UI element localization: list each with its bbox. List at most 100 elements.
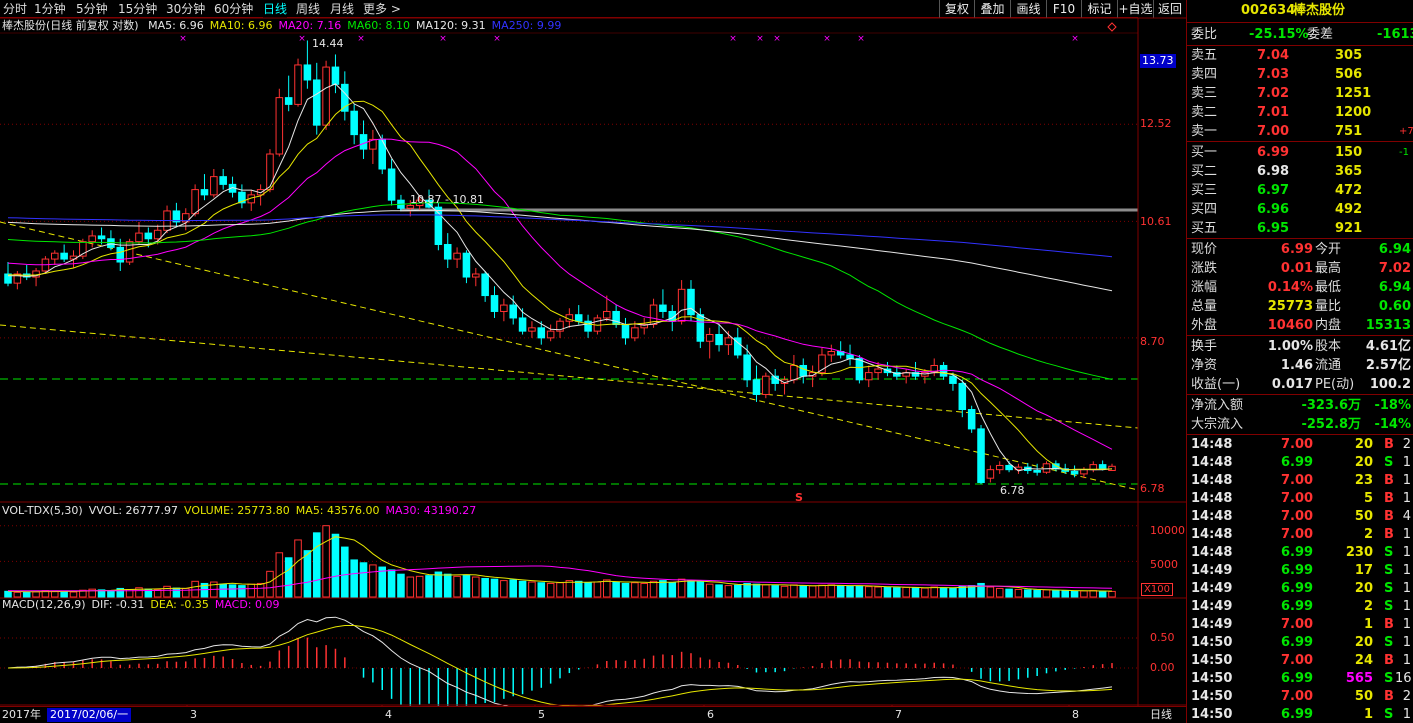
- candle[interactable]: [472, 267, 480, 287]
- candle[interactable]: [528, 321, 536, 338]
- trade-tick-row: 14:50 7.00 24 B 1: [1191, 653, 1411, 668]
- volume-bar: [565, 580, 574, 598]
- ma-label: MA120: 9.31: [415, 19, 486, 32]
- volume-bar: [1014, 589, 1023, 598]
- candle[interactable]: [743, 344, 751, 388]
- candle[interactable]: [79, 238, 87, 260]
- volume-bar: [322, 525, 330, 598]
- candle[interactable]: [500, 298, 508, 322]
- candle[interactable]: [369, 129, 377, 164]
- candle[interactable]: [247, 189, 256, 211]
- candle[interactable]: [799, 358, 808, 384]
- event-marker[interactable]: ×: [357, 34, 365, 44]
- macd-header: MACD(12,26,9) DIF: -0.31 DEA: -0.35 MACD: 0…: [2, 598, 286, 612]
- candle[interactable]: [453, 247, 461, 268]
- candle[interactable]: [995, 461, 1004, 474]
- candle[interactable]: [771, 369, 779, 391]
- sub-axis-label: 0.50: [1150, 631, 1175, 644]
- event-marker[interactable]: ×: [439, 34, 447, 44]
- candle[interactable]: [864, 365, 873, 388]
- candle[interactable]: [818, 348, 826, 377]
- candle[interactable]: [256, 184, 265, 206]
- candle[interactable]: [846, 344, 854, 366]
- candle[interactable]: [238, 184, 246, 209]
- volume-bar: [490, 578, 499, 598]
- candle[interactable]: [350, 104, 358, 145]
- candle[interactable]: [490, 286, 499, 318]
- moving-average-line: [7, 202, 1113, 380]
- volume-bar: [883, 586, 892, 598]
- candle[interactable]: [687, 280, 695, 322]
- candle[interactable]: [294, 58, 302, 107]
- volume-bar: [827, 584, 836, 598]
- candle[interactable]: [359, 120, 368, 159]
- candle[interactable]: [60, 244, 68, 263]
- event-marker[interactable]: ×: [773, 34, 781, 44]
- volume-bar: [687, 580, 695, 598]
- event-marker[interactable]: ×: [756, 34, 764, 44]
- candle[interactable]: [1089, 461, 1098, 473]
- candle[interactable]: [621, 317, 630, 345]
- candle[interactable]: [322, 60, 330, 130]
- candle[interactable]: [462, 250, 471, 284]
- candle[interactable]: [546, 324, 555, 342]
- event-marker[interactable]: ×: [493, 34, 501, 44]
- candle[interactable]: [827, 344, 836, 362]
- event-marker[interactable]: ×: [857, 34, 865, 44]
- event-marker[interactable]: ×: [823, 34, 831, 44]
- candle[interactable]: [640, 317, 648, 335]
- candle[interactable]: [275, 88, 284, 157]
- candle[interactable]: [1042, 461, 1051, 474]
- candle[interactable]: [481, 270, 489, 302]
- candle[interactable]: [967, 405, 976, 433]
- volume-bar: [4, 590, 12, 598]
- candle[interactable]: [22, 264, 31, 281]
- candle[interactable]: [715, 324, 723, 352]
- candle[interactable]: [51, 250, 59, 265]
- candle[interactable]: [135, 221, 143, 245]
- candle[interactable]: [752, 365, 761, 402]
- volume-bar: [415, 575, 424, 598]
- candle[interactable]: [387, 158, 396, 206]
- candle[interactable]: [284, 75, 293, 112]
- candle[interactable]: [13, 270, 22, 290]
- volume-unit-label: X100: [1141, 583, 1173, 596]
- candle[interactable]: [4, 262, 12, 287]
- candle[interactable]: [219, 169, 227, 190]
- event-marker[interactable]: ×: [1071, 34, 1079, 44]
- candle[interactable]: [902, 369, 910, 384]
- candle[interactable]: [181, 208, 190, 231]
- candle[interactable]: [977, 424, 985, 485]
- candle[interactable]: [584, 314, 592, 338]
- event-marker[interactable]: ×: [729, 34, 737, 44]
- candle[interactable]: [210, 169, 218, 198]
- candle[interactable]: [659, 289, 667, 318]
- candle[interactable]: [443, 233, 452, 268]
- candle[interactable]: [930, 358, 939, 377]
- candle[interactable]: [172, 202, 181, 228]
- event-marker[interactable]: ×: [298, 34, 306, 44]
- candle[interactable]: [200, 174, 209, 201]
- candle[interactable]: [836, 341, 845, 359]
- candle[interactable]: [986, 465, 995, 483]
- candle[interactable]: [88, 230, 96, 248]
- volume-bar: [266, 570, 274, 598]
- candle[interactable]: [312, 62, 321, 135]
- candle[interactable]: [509, 295, 517, 325]
- candle[interactable]: [32, 267, 40, 287]
- candle[interactable]: [808, 365, 817, 388]
- candle[interactable]: [107, 230, 115, 251]
- volume-bar: [256, 582, 265, 598]
- candle[interactable]: [556, 317, 564, 338]
- volume-bar: [107, 590, 115, 598]
- candle[interactable]: [163, 205, 171, 234]
- candle[interactable]: [762, 372, 770, 399]
- fundamental-row: 换手 1.00% 股本 4.61亿: [1191, 339, 1411, 354]
- candle[interactable]: [331, 54, 340, 94]
- candle[interactable]: [397, 194, 405, 211]
- event-marker[interactable]: ×: [179, 34, 187, 44]
- candle[interactable]: [1070, 465, 1079, 478]
- candle[interactable]: [705, 327, 714, 359]
- candle[interactable]: [116, 238, 125, 271]
- candle[interactable]: [303, 40, 312, 89]
